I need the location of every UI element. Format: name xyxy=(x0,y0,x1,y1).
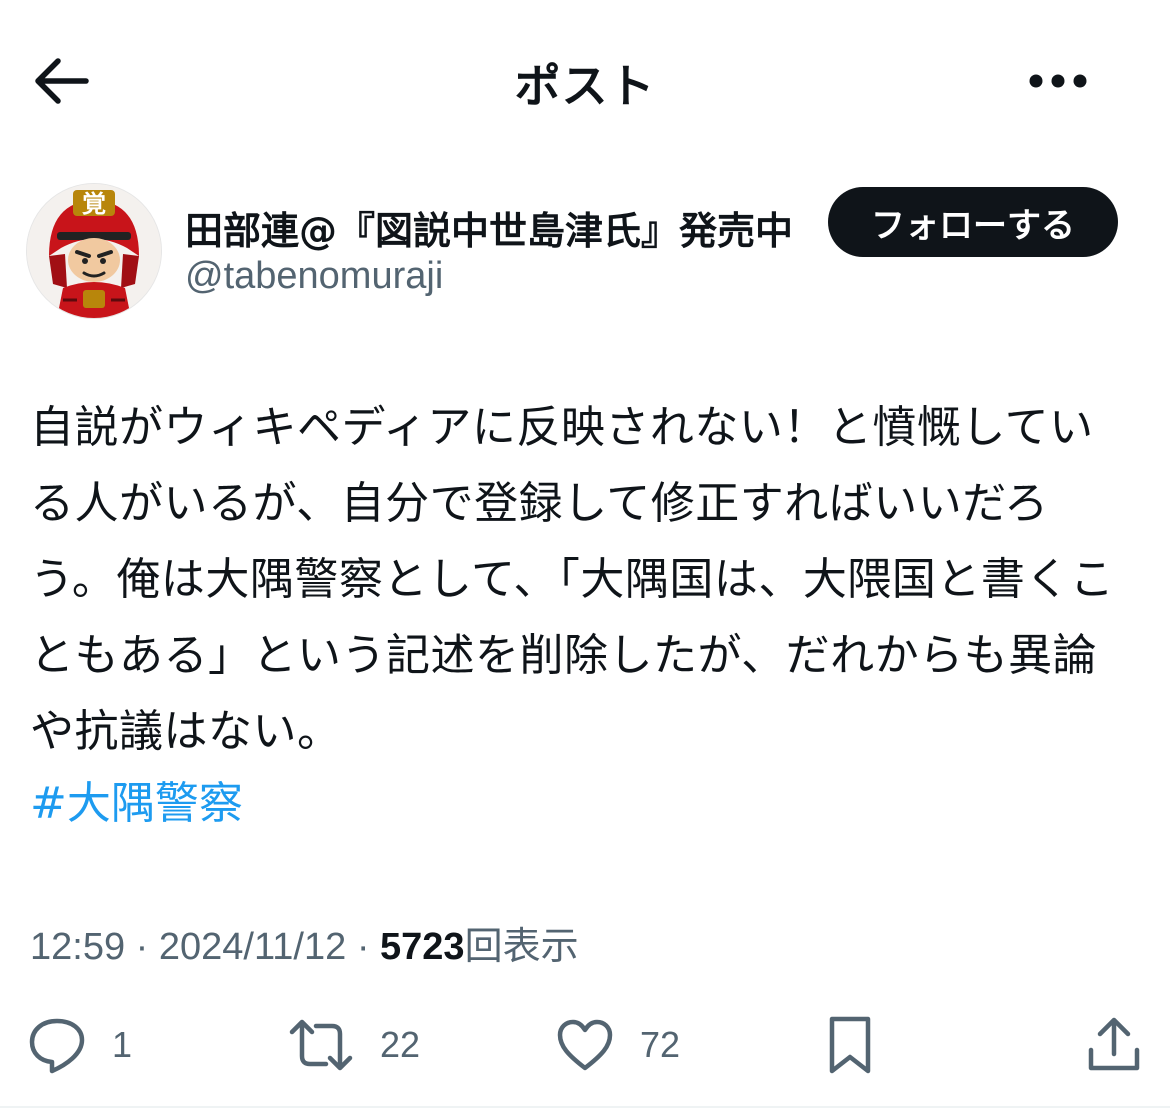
helmet-crest-text: 覚 xyxy=(82,190,106,218)
page-title: ポスト xyxy=(514,59,656,113)
like-count: 72 xyxy=(640,1024,681,1065)
heart-icon xyxy=(557,1019,613,1071)
reply-count: 1 xyxy=(112,1024,133,1065)
hashtag-link[interactable]: #大隅警察 xyxy=(30,766,243,842)
views-label: 回表示 xyxy=(464,926,579,968)
meta-separator: · xyxy=(356,926,370,968)
tweet-text: 自説がウィキペディアに反映されない！と憤慨している人がいるが、自分で登録して修正… xyxy=(30,402,1115,757)
top-bar: ポスト xyxy=(0,0,1170,160)
meta-separator: · xyxy=(135,926,149,968)
reply-icon xyxy=(29,1018,85,1074)
divider xyxy=(0,1106,1170,1108)
repost-icon xyxy=(289,1019,353,1071)
samurai-avatar-image: 覚 xyxy=(27,184,161,318)
views-count: 5723 xyxy=(380,926,465,968)
like-button[interactable]: 72 xyxy=(556,1012,680,1078)
avatar[interactable]: 覚 xyxy=(26,183,162,319)
follow-button[interactable]: フォローする xyxy=(828,187,1118,257)
repost-button[interactable]: 22 xyxy=(288,1012,420,1078)
share-icon xyxy=(1088,1017,1140,1071)
bookmark-icon xyxy=(829,1016,871,1074)
reply-button[interactable]: 1 xyxy=(28,1012,132,1078)
user-handle[interactable]: @tabenomuraji xyxy=(185,255,443,298)
tweet-date[interactable]: 2024/11/12 xyxy=(159,926,346,968)
share-button[interactable] xyxy=(1086,1012,1142,1078)
tweet-meta: 12:59 · 2024/11/12 · 5723回表示 xyxy=(30,915,579,970)
more-horizontal-icon xyxy=(1029,74,1087,88)
display-name[interactable]: 田部連@『図説中世島津氏』発売中 xyxy=(185,200,815,255)
tweet-time[interactable]: 12:59 xyxy=(30,926,125,968)
repost-count: 22 xyxy=(380,1024,421,1065)
bookmark-button[interactable] xyxy=(826,1012,874,1078)
more-options-button[interactable] xyxy=(1020,48,1096,114)
action-bar: 1 22 72 xyxy=(0,1000,1170,1090)
